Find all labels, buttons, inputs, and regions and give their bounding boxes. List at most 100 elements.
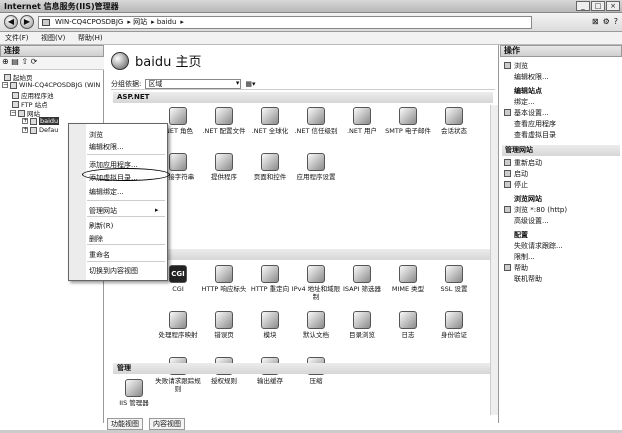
context-item-8[interactable]: 重命名 [89,250,110,260]
feature-aspnet-1[interactable]: .NET 配置文件 [199,107,249,135]
action-item-13[interactable]: 高级设置... [514,216,549,226]
feature-aspnet-5[interactable]: SMTP 电子邮件 [383,107,433,135]
action-item-10[interactable]: 停止 [514,180,528,190]
feature-iis-6[interactable]: SSL 设置 [429,265,479,293]
feature-aspnet-9[interactable]: 页面和控件 [245,153,295,181]
server-icon [42,19,50,26]
group-by-label: 分组依据: [111,79,142,88]
feature-label: 处理程序映射 [158,331,198,339]
save-icon[interactable]: ▤ [11,57,19,66]
feature-aspnet-3[interactable]: .NET 信任级别 [291,107,341,135]
feature-label: 身份验证 [441,331,467,339]
context-item-7[interactable]: 删除 [89,234,103,244]
action-item-15[interactable]: 失败请求跟踪... [514,241,563,251]
breadcrumb-baidu[interactable]: baidu [157,18,177,26]
action-item-4[interactable]: 基本设置... [514,108,549,118]
action-item-1[interactable]: 编辑权限... [514,72,549,82]
context-item-6[interactable]: 刷新(R) [89,221,113,231]
feature-iis-3[interactable]: IPv4 地址和域限制 [291,265,341,301]
feature-aspnet-2[interactable]: .NET 全球化 [245,107,295,135]
feature-icon [261,153,279,171]
feature-iis-12[interactable]: 日志 [383,311,433,339]
action-item-5[interactable]: 查看应用程序 [514,119,556,129]
action-item-6[interactable]: 查看虚拟目录 [514,130,556,140]
context-item-9[interactable]: 切换到内容视图 [89,266,138,276]
tree-site-baidu[interactable]: + baidu [22,117,60,125]
action-item-12[interactable]: 浏览 *:80 (http) [514,205,567,215]
breadcrumb-sites[interactable]: 网站 [133,18,147,26]
section-iis[interactable]: IIS [113,249,493,260]
section-management[interactable]: 管理 [113,363,493,374]
back-icon[interactable]: ◀ [4,15,18,29]
action-item-17[interactable]: 帮助 [514,263,528,273]
action-item-18[interactable]: 联机帮助 [514,274,542,284]
minimize-button[interactable]: _ [576,1,590,11]
forward-icon[interactable]: ▶ [20,15,34,29]
tree-server[interactable]: − WIN-CQ4CPOSDBJG (WIN [2,81,100,89]
breadcrumb[interactable]: WIN-CQ4CPOSDBJG ▸ 网站 ▸ baidu ▸ [38,16,532,29]
section-aspnet[interactable]: ASP.NET [113,92,493,103]
group-by-select[interactable]: 区域 [145,78,242,89]
feature-label: ISAPI 筛选器 [342,285,381,293]
feature-iis-7[interactable]: 处理程序映射 [153,311,203,339]
menu-help[interactable]: 帮助(H) [73,32,108,44]
feature-iis-10[interactable]: 默认文档 [291,311,341,339]
tab-content-view[interactable]: 内容视图 [149,418,185,430]
view-mode-icon[interactable]: ▦▾ [245,80,255,88]
view-tabs: 功能视图 内容视图 [105,418,499,430]
feature-iis-1[interactable]: HTTP 响应标头 [199,265,249,293]
feature-label: .NET 全球化 [251,127,289,135]
help-icon[interactable]: ? [614,17,618,26]
context-item-0[interactable]: 浏览 [89,130,103,140]
action-item-8[interactable]: 重新启动 [514,158,542,168]
context-separator [87,154,165,155]
context-item-5[interactable]: 管理网站 [89,206,117,216]
feature-iis-2[interactable]: HTTP 重定向 [245,265,295,293]
action-item-16[interactable]: 限制... [514,252,535,262]
action-item-0[interactable]: 浏览 [514,61,528,71]
tab-features-view[interactable]: 功能视图 [107,418,143,430]
feature-iis-13[interactable]: 身份验证 [429,311,479,339]
feature-icon [261,107,279,125]
context-item-1[interactable]: 编辑权限... [89,142,124,152]
feature-label: 日志 [401,331,415,339]
menu-view[interactable]: 视图(V) [36,32,70,44]
feature-iis-8[interactable]: 错误页 [199,311,249,339]
settings-icon[interactable]: ⚙ [603,17,610,26]
feature-icon [169,311,187,329]
feature-label: 提供程序 [211,173,237,181]
feature-aspnet-10[interactable]: 应用程序设置 [291,153,341,181]
stop-icon[interactable]: ⊠ [592,17,599,26]
feature-label: IIS 管理器 [119,399,149,407]
actions-section[interactable]: 管理网站 [502,145,620,156]
action-item-9[interactable]: 启动 [514,169,528,179]
connections-toolbar: ⊕ ▤ ⇧ ⟳ [0,57,104,70]
action-item-3[interactable]: 绑定... [514,97,535,107]
highlight-oval [82,168,170,181]
close-button[interactable]: × [606,1,620,11]
vertical-scrollbar[interactable] [490,105,498,415]
feature-aspnet-6[interactable]: 会话状态 [429,107,479,135]
up-icon[interactable]: ⇧ [21,57,28,66]
menu-file[interactable]: 文件(F) [0,32,34,44]
feature-label: SMTP 电子邮件 [385,127,431,135]
context-item-4[interactable]: 编辑绑定... [89,187,124,197]
feature-iis-4[interactable]: ISAPI 筛选器 [337,265,387,293]
feature-iis-11[interactable]: 目录浏览 [337,311,387,339]
connect-icon[interactable]: ⊕ [2,57,9,66]
feature-iis-5[interactable]: MIME 类型 [383,265,433,293]
breadcrumb-server[interactable]: WIN-CQ4CPOSDBJG [55,18,123,26]
maximize-button[interactable]: □ [591,1,605,11]
feature-aspnet-8[interactable]: 提供程序 [199,153,249,181]
feature-label: 失败请求跟踪规则 [155,377,201,393]
action-item-14: 配置 [514,231,528,239]
feature-label: 授权规则 [211,377,237,385]
feature-mgmt-0[interactable]: IIS 管理器 [109,379,159,407]
refresh-icon[interactable]: ⟳ [31,57,38,66]
feature-icon [399,265,417,283]
feature-aspnet-4[interactable]: .NET 用户 [337,107,387,135]
feature-label: 应用程序设置 [296,173,336,181]
feature-iis-9[interactable]: 模块 [245,311,295,339]
tree-site-default[interactable]: + Defau [22,126,58,134]
feature-icon [353,107,371,125]
